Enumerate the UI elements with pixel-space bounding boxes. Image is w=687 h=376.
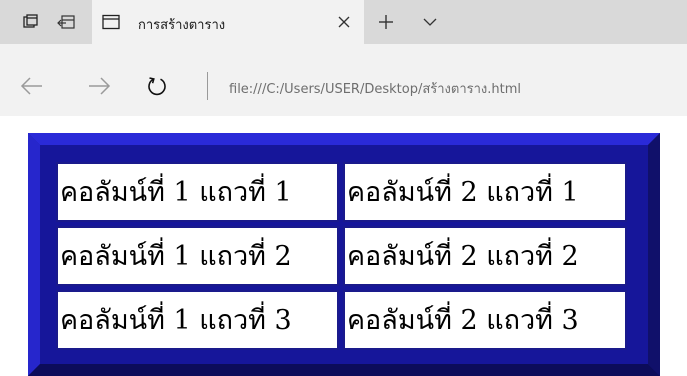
address-separator: [207, 72, 208, 100]
active-tab[interactable]: การสร้างตาราง: [92, 0, 364, 44]
data-table: คอลัมน์ที่ 1 แถวที่ 1 คอลัมน์ที่ 2 แถวที…: [52, 158, 631, 354]
table-cell: คอลัมน์ที่ 2 แถวที่ 3: [343, 290, 627, 350]
back-arrow-icon[interactable]: [18, 72, 46, 100]
url-field[interactable]: file:///C:/Users/USER/Desktop/สร้างตาราง…: [229, 78, 521, 99]
tabs-aside-icon[interactable]: [22, 14, 40, 30]
tab-bar: การสร้างตาราง: [0, 0, 687, 44]
table-cell: คอลัมน์ที่ 2 แถวที่ 2: [343, 226, 627, 286]
table-cell: คอลัมน์ที่ 1 แถวที่ 1: [56, 162, 339, 222]
table-cell: คอลัมน์ที่ 2 แถวที่ 1: [343, 162, 627, 222]
table-cell: คอลัมน์ที่ 1 แถวที่ 3: [56, 290, 339, 350]
address-bar: file:///C:/Users/USER/Desktop/สร้างตาราง…: [0, 44, 687, 116]
refresh-icon[interactable]: [143, 72, 171, 100]
forward-arrow-icon[interactable]: [85, 72, 113, 100]
table-cell: คอลัมน์ที่ 1 แถวที่ 2: [56, 226, 339, 286]
page-content: คอลัมน์ที่ 1 แถวที่ 1 คอลัมน์ที่ 2 แถวที…: [0, 116, 687, 376]
page-icon: [102, 14, 120, 30]
table-row: คอลัมน์ที่ 1 แถวที่ 3 คอลัมน์ที่ 2 แถวที…: [56, 290, 627, 350]
table-row: คอลัมน์ที่ 1 แถวที่ 1 คอลัมน์ที่ 2 แถวที…: [56, 162, 627, 222]
plus-icon[interactable]: [374, 10, 398, 34]
close-icon[interactable]: [332, 10, 356, 34]
table-row: คอลัมน์ที่ 1 แถวที่ 2 คอลัมน์ที่ 2 แถวที…: [56, 226, 627, 286]
chevron-down-icon[interactable]: [418, 10, 442, 34]
tab-title: การสร้างตาราง: [138, 18, 226, 33]
data-table-frame: คอลัมน์ที่ 1 แถวที่ 1 คอลัมน์ที่ 2 แถวที…: [28, 133, 660, 376]
set-aside-icon[interactable]: [57, 14, 75, 30]
